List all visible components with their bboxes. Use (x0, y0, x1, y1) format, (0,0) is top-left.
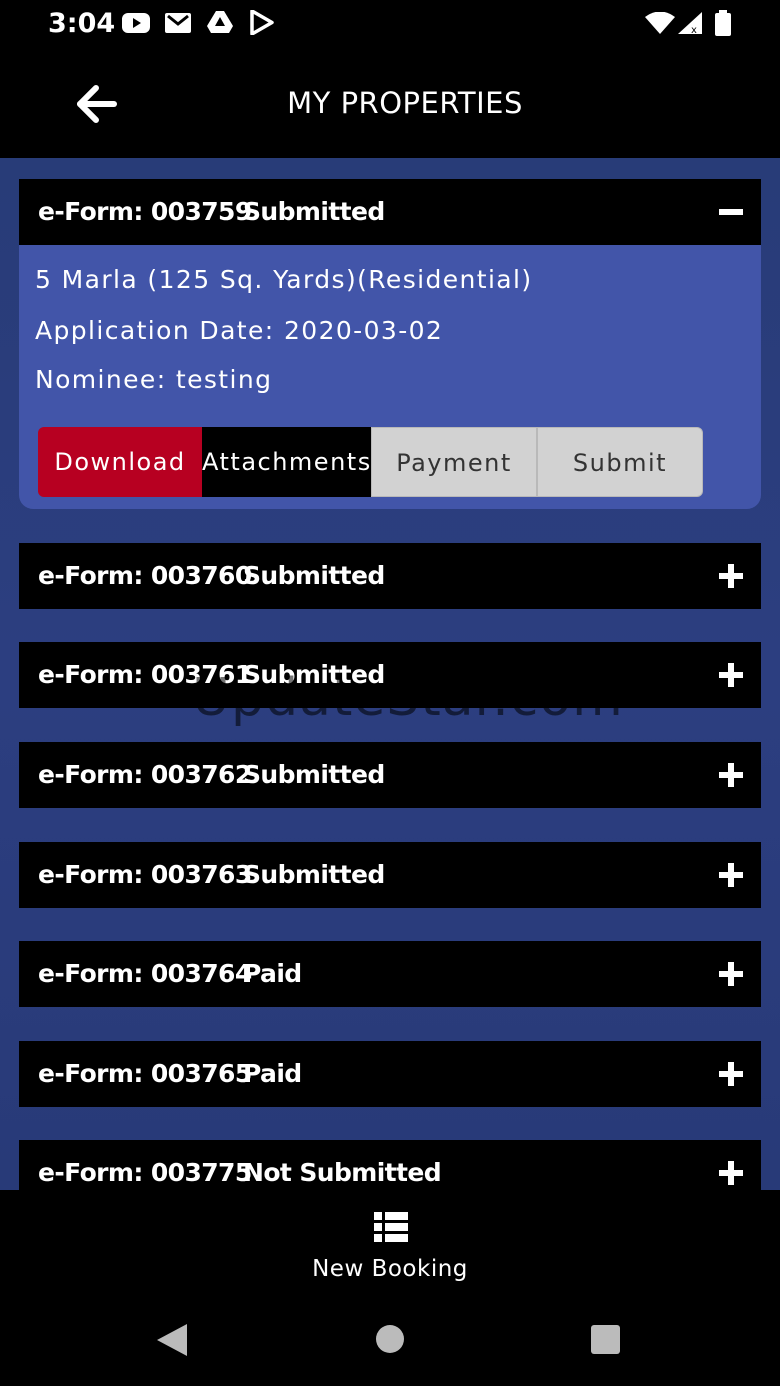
property-row-header[interactable]: e-Form: 003759 Submitted (19, 179, 761, 245)
drive-icon (207, 11, 233, 33)
property-row-header[interactable]: e-Form: 003763 Submitted (19, 842, 761, 908)
action-buttons: Download Attachments Payment Submit (38, 427, 703, 497)
system-nav-bar (0, 1294, 780, 1386)
property-row-header[interactable]: e-Form: 003775 Not Submitted (19, 1140, 761, 1190)
battery-icon (715, 10, 731, 36)
status-badge: Submitted (243, 197, 385, 226)
eform-number: e-Form: 003760 (38, 561, 252, 590)
status-badge: Not Submitted (243, 1158, 442, 1187)
new-booking-button[interactable]: New Booking (290, 1208, 490, 1288)
new-booking-label: New Booking (312, 1256, 468, 1282)
wifi-icon (645, 12, 675, 34)
status-badge: Submitted (243, 561, 385, 590)
status-badge: Submitted (243, 760, 385, 789)
property-row-header[interactable]: e-Form: 003760 Submitted (19, 543, 761, 609)
status-badge: Submitted (243, 860, 385, 889)
nav-home-icon[interactable] (375, 1324, 405, 1354)
expand-plus-icon[interactable] (719, 763, 743, 787)
eform-number: e-Form: 003761 (38, 660, 252, 689)
payment-button[interactable]: Payment (371, 427, 537, 497)
status-time: 3:04 (48, 8, 116, 39)
property-list[interactable]: e-Form: 003759 Submitted 5 Marla (125 Sq… (0, 158, 780, 1190)
list-icon (374, 1212, 408, 1242)
eform-number: e-Form: 003775 (38, 1158, 252, 1187)
eform-number: e-Form: 003759 (38, 197, 252, 226)
status-badge: Paid (243, 1059, 302, 1088)
status-badge: Paid (243, 959, 302, 988)
submit-button[interactable]: Submit (537, 427, 703, 497)
signal-icon: x (678, 12, 702, 34)
app-header: MY PROPERTIES (0, 48, 780, 158)
eform-number: e-Form: 003762 (38, 760, 252, 789)
property-row-header[interactable]: e-Form: 003761 Submitted (19, 642, 761, 708)
expanded-property-card: e-Form: 003759 Submitted 5 Marla (125 Sq… (19, 179, 761, 509)
eform-number: e-Form: 003763 (38, 860, 252, 889)
status-bar: 3:04 x (0, 0, 780, 48)
property-row-header[interactable]: e-Form: 003765 Paid (19, 1041, 761, 1107)
property-row-header[interactable]: e-Form: 003764 Paid (19, 941, 761, 1007)
attachments-button[interactable]: Attachments (202, 427, 371, 497)
youtube-icon (122, 13, 150, 33)
bottom-bar: New Booking (0, 1190, 780, 1294)
expand-plus-icon[interactable] (719, 962, 743, 986)
expand-plus-icon[interactable] (719, 863, 743, 887)
nav-back-icon[interactable] (157, 1324, 187, 1356)
nominee: Nominee: testing (35, 365, 273, 394)
plot-size: 5 Marla (125 Sq. Yards)(Residential) (35, 265, 533, 294)
eform-number: e-Form: 003764 (38, 959, 252, 988)
expand-plus-icon[interactable] (719, 1062, 743, 1086)
expand-plus-icon[interactable] (719, 1161, 743, 1185)
svg-text:x: x (691, 25, 697, 34)
eform-number: e-Form: 003765 (38, 1059, 252, 1088)
nav-recents-icon[interactable] (591, 1325, 620, 1354)
application-date: Application Date: 2020-03-02 (35, 316, 444, 345)
status-badge: Submitted (243, 660, 385, 689)
property-row-header[interactable]: e-Form: 003762 Submitted (19, 742, 761, 808)
download-button[interactable]: Download (38, 427, 202, 497)
gmail-icon (165, 13, 191, 33)
expand-plus-icon[interactable] (719, 663, 743, 687)
play-store-icon (250, 10, 274, 35)
collapse-minus-icon[interactable] (719, 200, 743, 224)
expand-plus-icon[interactable] (719, 564, 743, 588)
page-title: MY PROPERTIES (287, 86, 523, 120)
